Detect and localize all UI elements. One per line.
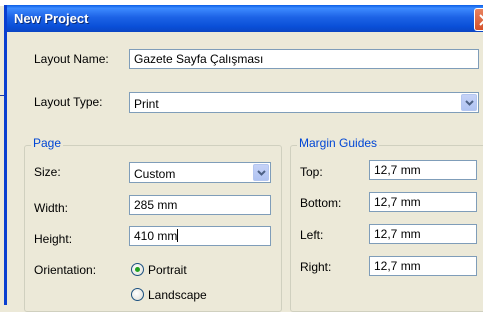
landscape-label[interactable]: Landscape (148, 288, 207, 302)
text-cursor (177, 229, 179, 242)
page-group-title: Page (31, 136, 64, 150)
close-icon (479, 14, 483, 26)
close-button[interactable] (474, 8, 483, 31)
new-project-dialog: New Project Layout Name: Gazete Sayfa Ça… (4, 5, 483, 312)
right-margin-label: Right: (300, 260, 332, 274)
landscape-radio[interactable] (131, 288, 144, 301)
chevron-down-icon (257, 170, 266, 176)
layout-type-select[interactable]: Print (129, 92, 479, 113)
top-margin-input[interactable]: 12,7 mm (369, 160, 477, 180)
left-margin-label: Left: (300, 228, 324, 242)
portrait-label[interactable]: Portrait (148, 263, 187, 277)
bottom-margin-input[interactable]: 12,7 mm (369, 192, 477, 212)
right-margin-input[interactable]: 12,7 mm (369, 256, 477, 276)
layout-type-label: Layout Type: (34, 95, 103, 109)
layout-name-label: Layout Name: (34, 52, 109, 66)
title-bar[interactable]: New Project (7, 5, 483, 32)
top-margin-label: Top: (300, 165, 323, 179)
size-dropdown-button[interactable] (253, 164, 269, 181)
height-label: Height: (34, 232, 73, 246)
size-value: Custom (134, 167, 176, 181)
layout-name-input[interactable]: Gazete Sayfa Çalışması (129, 49, 479, 69)
height-value: 410 mm (134, 229, 178, 243)
radio-selected-dot (135, 267, 140, 272)
size-select[interactable]: Custom (129, 162, 271, 183)
width-label: Width: (34, 201, 69, 215)
size-label: Size: (34, 165, 61, 179)
layout-type-dropdown-button[interactable] (461, 94, 477, 111)
height-input[interactable]: 410 mm (129, 226, 271, 246)
bottom-margin-label: Bottom: (300, 196, 342, 210)
left-margin-input[interactable]: 12,7 mm (369, 224, 477, 244)
portrait-radio[interactable] (131, 263, 144, 276)
width-input[interactable]: 285 mm (129, 195, 271, 215)
layout-type-value: Print (134, 97, 159, 111)
chevron-down-icon (465, 100, 474, 106)
orientation-label: Orientation: (34, 263, 97, 277)
dialog-title: New Project (14, 11, 89, 26)
margin-guides-title: Margin Guides (297, 136, 380, 150)
